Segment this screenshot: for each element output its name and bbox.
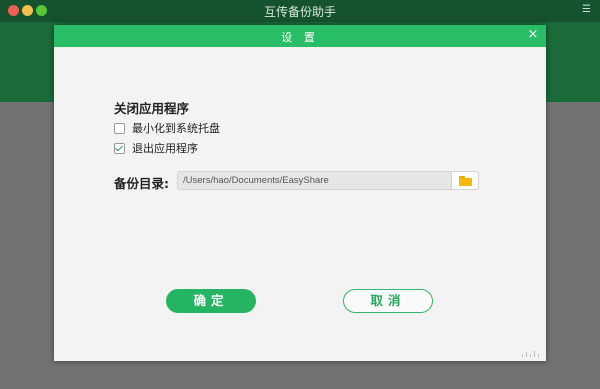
exit-app-checkbox[interactable]	[114, 142, 125, 154]
browse-folder-button[interactable]	[451, 172, 478, 189]
cancel-button[interactable]: 取消	[343, 289, 433, 313]
menu-icon[interactable]: ☰	[582, 5, 592, 15]
folder-icon	[459, 176, 472, 186]
close-icon[interactable]: ×	[526, 28, 540, 42]
app-title-bar: 互传备份助手 ☰	[0, 0, 600, 22]
minimize-to-tray-checkbox[interactable]	[114, 122, 125, 134]
close-behavior-heading: 关闭应用程序	[114, 101, 190, 116]
ok-button[interactable]: 确定	[166, 289, 256, 313]
backup-dir-field[interactable]: /Users/hao/Documents/EasyShare	[177, 171, 479, 190]
minimize-to-tray-option[interactable]: 最小化到系统托盘	[114, 120, 220, 136]
exit-app-label[interactable]: 退出应用程序	[132, 140, 198, 156]
minimize-to-tray-label[interactable]: 最小化到系统托盘	[132, 120, 220, 136]
settings-dialog: 设 置 × 关闭应用程序 最小化到系统托盘 退出应用程序 备份目录: /User…	[54, 25, 546, 361]
app-title: 互传备份助手	[263, 5, 336, 19]
dialog-title: 设 置	[281, 31, 319, 44]
backup-dir-path[interactable]: /Users/hao/Documents/EasyShare	[178, 175, 451, 186]
resize-grip[interactable]	[522, 351, 542, 357]
dialog-header: 设 置 ×	[54, 25, 546, 47]
backup-dir-label: 备份目录:	[114, 176, 169, 191]
exit-app-option[interactable]: 退出应用程序	[114, 140, 198, 156]
